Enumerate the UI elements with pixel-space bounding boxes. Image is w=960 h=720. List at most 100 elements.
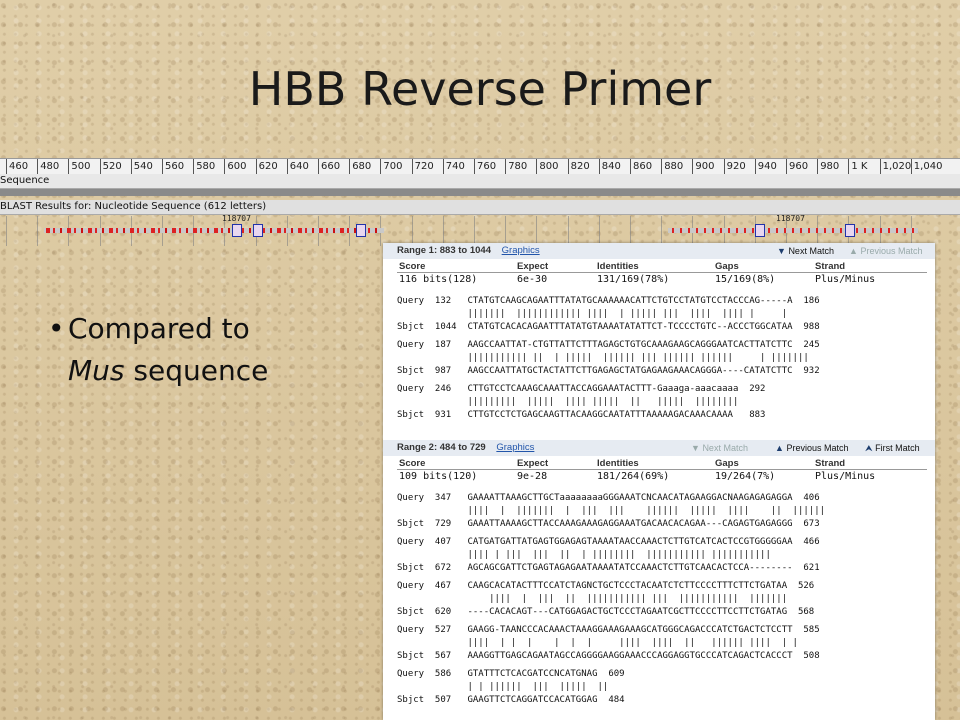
track-segment xyxy=(672,228,674,233)
track-segment xyxy=(312,228,314,233)
track-segment xyxy=(347,228,349,233)
range2-graphics-link[interactable]: Graphics xyxy=(496,442,534,453)
alignment-line: |||| | ||| ||| || | |||||||| |||||||||||… xyxy=(397,550,771,560)
score-label: Score xyxy=(399,458,426,469)
track-segment xyxy=(151,228,155,233)
range2-prev-label: Previous Match xyxy=(786,443,849,453)
range1-header: Range 1: 883 to 1044 Graphics ▼ Next Mat… xyxy=(383,243,935,259)
range1-graphics-link[interactable]: Graphics xyxy=(502,245,540,256)
alignment-line: Sbjct 1044 CTATGTCACACAGAATTTATATGTAAAAT… xyxy=(397,322,820,332)
ruler-tick: 620 xyxy=(255,159,278,175)
track-segment xyxy=(179,228,181,233)
triangle-up-icon: ▲ xyxy=(849,246,858,256)
alignment-line: Sbjct 620 ----CACACAGT---CATGGAGACTGCTCC… xyxy=(397,607,815,617)
ruler-tick: 520 xyxy=(99,159,122,175)
alignment-line: |||| | ||| || ||||||||||| ||| ||||||||||… xyxy=(397,594,788,604)
track-segment xyxy=(768,228,770,233)
track-segment xyxy=(137,228,139,233)
match-marker-icon xyxy=(356,224,366,237)
alignment-line: Sbjct 567 AAAGGTTGAGCAGAATAGCCAGGGGAAGGA… xyxy=(397,651,820,661)
ruler-tick: 480 xyxy=(37,159,59,175)
track-segment xyxy=(880,228,882,233)
ruler-tick: 860 xyxy=(630,159,652,175)
first-match-icon: ⮝ xyxy=(865,443,873,453)
alignment-line: Query 246 CTTGTCCTCAAAGCAAATTACCAGGAAATA… xyxy=(397,384,766,394)
track-segment xyxy=(130,228,134,233)
ruler-tick: 600 xyxy=(224,159,246,175)
grid-line xyxy=(442,216,444,246)
match-marker-icon xyxy=(755,224,765,237)
track-segment xyxy=(824,228,826,233)
range2-alignment: Query 347 GAAAATTAAAGCTTGCTaaaaaaaaGGGAA… xyxy=(397,492,935,707)
bullet-dot-icon: • xyxy=(48,312,65,345)
track-segment xyxy=(207,228,209,233)
track-segment xyxy=(214,228,218,233)
ruler-tick: 920 xyxy=(723,159,746,175)
track-segment xyxy=(896,228,898,233)
track-segment xyxy=(116,228,118,233)
range1-stats: Score 116 bits(128) Expect 6e-30 Identitie… xyxy=(383,259,935,289)
range1-prev-match: ▲ Previous Match xyxy=(849,243,922,259)
track-segment xyxy=(864,228,866,233)
track-segment xyxy=(228,228,230,233)
track-segment xyxy=(368,228,370,233)
track-segment xyxy=(904,228,906,233)
blast-alignment-panel: Range 1: 883 to 1044 Graphics ▼ Next Mat… xyxy=(383,243,935,720)
match-marker-icon xyxy=(253,224,263,237)
track-segment xyxy=(277,228,281,233)
track-segment xyxy=(270,228,272,233)
range1-next-match[interactable]: ▼ Next Match xyxy=(777,243,834,259)
ruler-tick: 900 xyxy=(692,159,714,175)
sequence-track-label: Sequence xyxy=(0,174,960,189)
track-segment xyxy=(74,228,76,233)
track-segment xyxy=(800,228,802,233)
track-segment xyxy=(172,228,176,233)
ruler-tick: 660 xyxy=(318,159,340,175)
range1-next-label: Next Match xyxy=(788,246,834,256)
grid-line xyxy=(411,216,413,246)
ruler-tick: 720 xyxy=(411,159,434,175)
ruler-tick: 580 xyxy=(193,159,215,175)
range2-first-match[interactable]: ⮝ First Match xyxy=(865,440,920,456)
track-segment xyxy=(912,228,914,233)
triangle-up-icon: ▲ xyxy=(775,443,784,453)
grid-line xyxy=(474,216,475,246)
range2-stats: Score 109 bits(120) Expect 9e-28 Identitie… xyxy=(383,456,935,486)
alignment-line: Sbjct 987 AAGCCAATTATGCTACTATTCTTGAGAGCT… xyxy=(397,366,820,376)
slide-title: HBB Reverse Primer xyxy=(248,62,712,116)
track-segment xyxy=(816,228,818,233)
track-segment xyxy=(53,228,55,233)
track-segment xyxy=(319,228,323,233)
range2-header: Range 2: 484 to 729 Graphics ▼ Next Matc… xyxy=(383,440,935,456)
range2-next-label: Next Match xyxy=(702,443,748,453)
expect-label: Expect xyxy=(517,458,549,469)
ruler-tick: 940 xyxy=(754,159,777,175)
marker-label-left: 118707 xyxy=(222,214,251,223)
strand-label: Strand xyxy=(815,261,846,272)
blast-track-label: BLAST Results for: Nucleotide Sequence (… xyxy=(0,200,960,215)
track-segment xyxy=(688,228,690,233)
track-segment xyxy=(840,228,842,233)
track-segment xyxy=(67,228,71,233)
track-segment xyxy=(46,228,50,233)
expect-label: Expect xyxy=(517,261,549,272)
track-segment xyxy=(712,228,714,233)
track-segment xyxy=(158,228,160,233)
ruler-tick: 700 xyxy=(380,159,402,175)
ruler-tick: 880 xyxy=(661,159,683,175)
alignment-line: Query 187 AAGCCAATTAT-CTGTTATTCTTTAGAGCT… xyxy=(397,340,820,350)
triangle-down-icon: ▼ xyxy=(777,246,786,256)
ruler-tick: 640 xyxy=(286,159,309,175)
range2-prev-match[interactable]: ▲ Previous Match xyxy=(775,440,848,456)
ruler-tick: 980 xyxy=(817,159,839,175)
track-segment xyxy=(165,228,167,233)
ruler-tick: 840 xyxy=(598,159,621,175)
strand-value: Plus/Minus xyxy=(815,274,876,285)
sequence-bar xyxy=(0,189,960,196)
track-segment xyxy=(144,228,146,233)
ruler-tick: 1,020 xyxy=(879,159,911,175)
track-segment xyxy=(680,228,682,233)
alignment-line: ||||||| |||||||||||| |||| | ||||| ||| ||… xyxy=(397,309,788,319)
range2-title: Range 2: 484 to 729 xyxy=(397,442,486,453)
track-segment xyxy=(88,228,92,233)
